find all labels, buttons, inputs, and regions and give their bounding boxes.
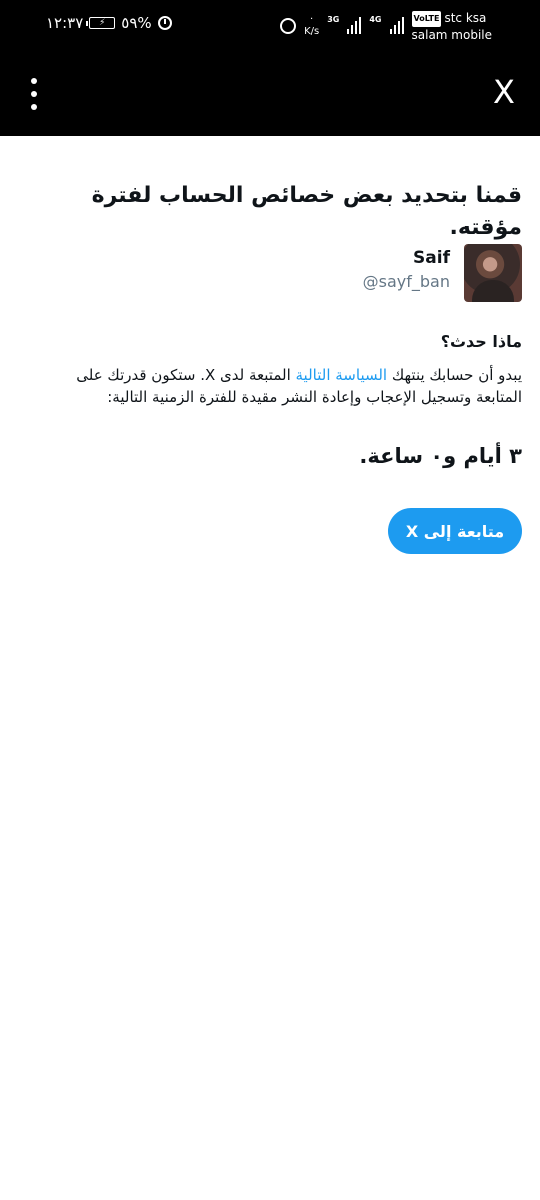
- signal-icon-2: [389, 16, 404, 34]
- status-right: · K/s 3G 4G VoLTE stc ksa salam mobile: [280, 10, 492, 43]
- status-bar: ١٢:٣٧ ⚡ ٥٩% · K/s 3G 4G VoLTE stc ksa sal…: [0, 0, 540, 50]
- alarm-icon: [157, 16, 172, 30]
- policy-link[interactable]: السياسة التالية: [296, 366, 388, 384]
- continue-button[interactable]: متابعة إلى X: [388, 508, 522, 554]
- battery-percent: ٥٩%: [121, 14, 152, 32]
- page-title: قمنا بتحديد بعض خصائص الحساب لفترة مؤقته…: [91, 183, 522, 240]
- network-speed: · K/s: [304, 14, 320, 37]
- clock: ١٢:٣٧: [46, 14, 84, 32]
- more-vertical-icon[interactable]: [22, 78, 46, 110]
- avatar: [464, 244, 522, 302]
- main-content: قمنا بتحديد بعض خصائص الحساب لفترة مؤقته…: [32, 136, 522, 554]
- volte-badge: VoLTE: [411, 10, 442, 27]
- close-button[interactable]: X: [490, 72, 518, 112]
- signal-icon: [347, 16, 362, 34]
- network-type-2: 4G: [369, 15, 382, 24]
- battery-icon: ⚡: [86, 17, 116, 29]
- app-bar: X: [0, 50, 540, 136]
- section-heading: ماذا حدث؟: [440, 332, 522, 351]
- restriction-duration: ٣ أيام و٠ ساعة.: [359, 444, 522, 468]
- sync-icon: [280, 18, 297, 34]
- user-row: Saif @sayf_ban: [32, 244, 522, 304]
- network-type-1: 3G: [327, 15, 340, 24]
- carrier-1: stc ksa: [444, 11, 487, 25]
- description-before: يبدو أن حسابك ينتهك: [387, 366, 522, 384]
- description: يبدو أن حسابك ينتهك السياسة التالية المت…: [30, 364, 522, 408]
- carrier-2: salam mobile: [411, 27, 493, 42]
- carrier-info: VoLTE stc ksa salam mobile: [411, 10, 493, 43]
- user-handle: @sayf_ban: [362, 272, 450, 291]
- status-left: ١٢:٣٧ ⚡ ٥٩%: [46, 14, 172, 32]
- user-name: Saif: [413, 248, 450, 268]
